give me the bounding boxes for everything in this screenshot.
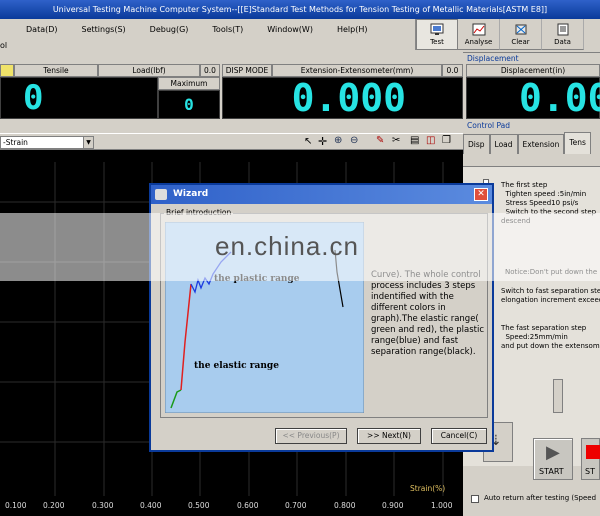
switch-fast-text: Switch to fast separation step elongatio… [501,287,600,304]
menu-tools[interactable]: Tools(T) [212,25,243,34]
app-icon [155,189,167,200]
clear-button[interactable]: Clear [500,19,542,50]
analyse-button-label: Analyse [464,38,493,46]
elastic-range-label: the elastic range [194,361,279,371]
main-toolbar: Test Analyse Clear Data [415,19,600,50]
wizard-title-bar: Wizard ✕ [151,185,492,204]
clear-button-label: Clear [511,38,530,46]
window-title: Universal Testing Machine Computer Syste… [52,5,548,14]
zoom-out-icon[interactable]: ⊖ [350,135,358,146]
x-axis: Strain(%) 0.100 0.200 0.300 0.400 0.500 … [0,484,463,516]
curve-select[interactable]: -Strain ▼ [0,136,94,149]
chevron-down-icon: ▼ [83,137,93,148]
stop-icon [586,445,600,459]
auto-return-checkbox[interactable] [471,495,479,503]
group-label: Brief introduction [164,208,234,217]
x-tick-label: 0.600 [237,501,259,510]
data-button[interactable]: Data [542,19,584,50]
menu-data[interactable]: Data(D) [26,25,58,34]
stop-button-label: ST [585,467,595,476]
zoom-in-icon[interactable]: ⊕ [334,135,342,146]
scissors-icon[interactable]: ✂ [392,135,400,146]
watermark-text: en.china.cn [215,231,359,261]
clear-icon [515,24,526,35]
analyse-button[interactable]: Analyse [458,19,500,50]
load-display: 0 [0,77,158,119]
start-button[interactable]: ▶ START [533,438,573,480]
extension-small-value: 0.0 [442,64,463,77]
extension-display: 0.000 [222,76,463,120]
control-pad-header: Control Pad [467,121,511,130]
tab-tensile[interactable]: Tens [564,132,591,154]
plastic-range-label: the plastic range [214,274,300,284]
maximum-display: 0 [158,90,220,119]
x-tick-label: 0.500 [188,501,210,510]
displacement-display: 0.00 [466,76,600,120]
stop-button[interactable]: ST [581,438,600,480]
cancel-button[interactable]: Cancel(C) [431,428,487,444]
close-icon[interactable]: ✕ [474,188,488,201]
crosshair-icon[interactable]: ✛ [318,135,327,148]
wizard-description: Curve). The whole control process includ… [371,270,485,357]
x-tick-label: 0.300 [92,501,114,510]
tool-fragment: ol [0,41,8,50]
wizard-title: Wizard [173,189,209,199]
tab-disp[interactable]: Disp [463,134,490,154]
notice-text: Notice:Don't put down the [505,268,598,276]
window-title-bar: Universal Testing Machine Computer Syste… [0,0,600,19]
data-button-label: Data [554,38,571,46]
test-button[interactable]: Test [416,19,458,50]
x-axis-label: Strain(%) [410,484,446,493]
load-header: Load(lbf) [98,64,200,77]
maximum-label: Maximum [158,77,220,90]
menu-settings[interactable]: Settings(S) [82,25,126,34]
vertical-slider[interactable] [553,379,563,413]
previous-button[interactable]: << Previous(P) [275,428,347,444]
control-pad-tabs: Disp Load Extension Tens [463,132,600,154]
chart-toolbar: -Strain ▼ ↖ ✛ ⊕ ⊖ ✎ ✂ ▤ ◫ ❐ [0,133,463,150]
x-tick-label: 1.000 [431,501,453,510]
displacement-section-header: Displacement [463,52,600,64]
menu-bar: Data(D) Settings(S) Debug(G) Tools(T) Wi… [0,19,415,39]
load-small-value: 0.0 [200,64,220,77]
menu-window[interactable]: Window(W) [267,25,313,34]
test-icon [430,23,444,35]
x-tick-label: 0.900 [382,501,404,510]
x-tick-label: 0.200 [43,501,65,510]
print-icon[interactable]: ▤ [410,135,419,146]
data-icon [557,23,568,36]
tensile-header: Tensile [14,64,98,77]
menu-debug[interactable]: Debug(G) [150,25,189,34]
wizard-dialog: Wizard ✕ Brief introduction the plastic … [149,183,494,452]
chart-icon[interactable]: ◫ [426,135,435,146]
x-tick-label: 0.400 [140,501,162,510]
fast-separation-text: The fast separation step Speed:25mm/min … [501,324,600,350]
copy-icon[interactable]: ❐ [442,135,451,146]
start-button-label: START [539,467,564,476]
pen-icon[interactable]: ✎ [376,135,384,146]
tab-load[interactable]: Load [489,134,518,154]
tab-extension[interactable]: Extension [517,134,565,154]
next-button[interactable]: >> Next(N) [357,428,421,444]
play-icon: ▶ [546,442,560,463]
x-tick-label: 0.800 [334,501,356,510]
mode-indicator [0,64,14,77]
menu-help[interactable]: Help(H) [337,25,368,34]
x-tick-label: 0.100 [5,501,27,510]
curve-select-value: -Strain [3,138,28,147]
x-tick-label: 0.700 [285,501,307,510]
auto-return-row: Auto return after testing (Speed [471,494,600,506]
pointer-icon[interactable]: ↖ [304,136,312,147]
test-button-label: Test [430,38,444,46]
auto-return-label: Auto return after testing (Speed [484,494,597,502]
first-step-text: The first step Tighten speed :5in/min St… [501,181,597,225]
disp-mode-label: DISP MODE [222,64,272,77]
analyse-icon [472,23,485,36]
